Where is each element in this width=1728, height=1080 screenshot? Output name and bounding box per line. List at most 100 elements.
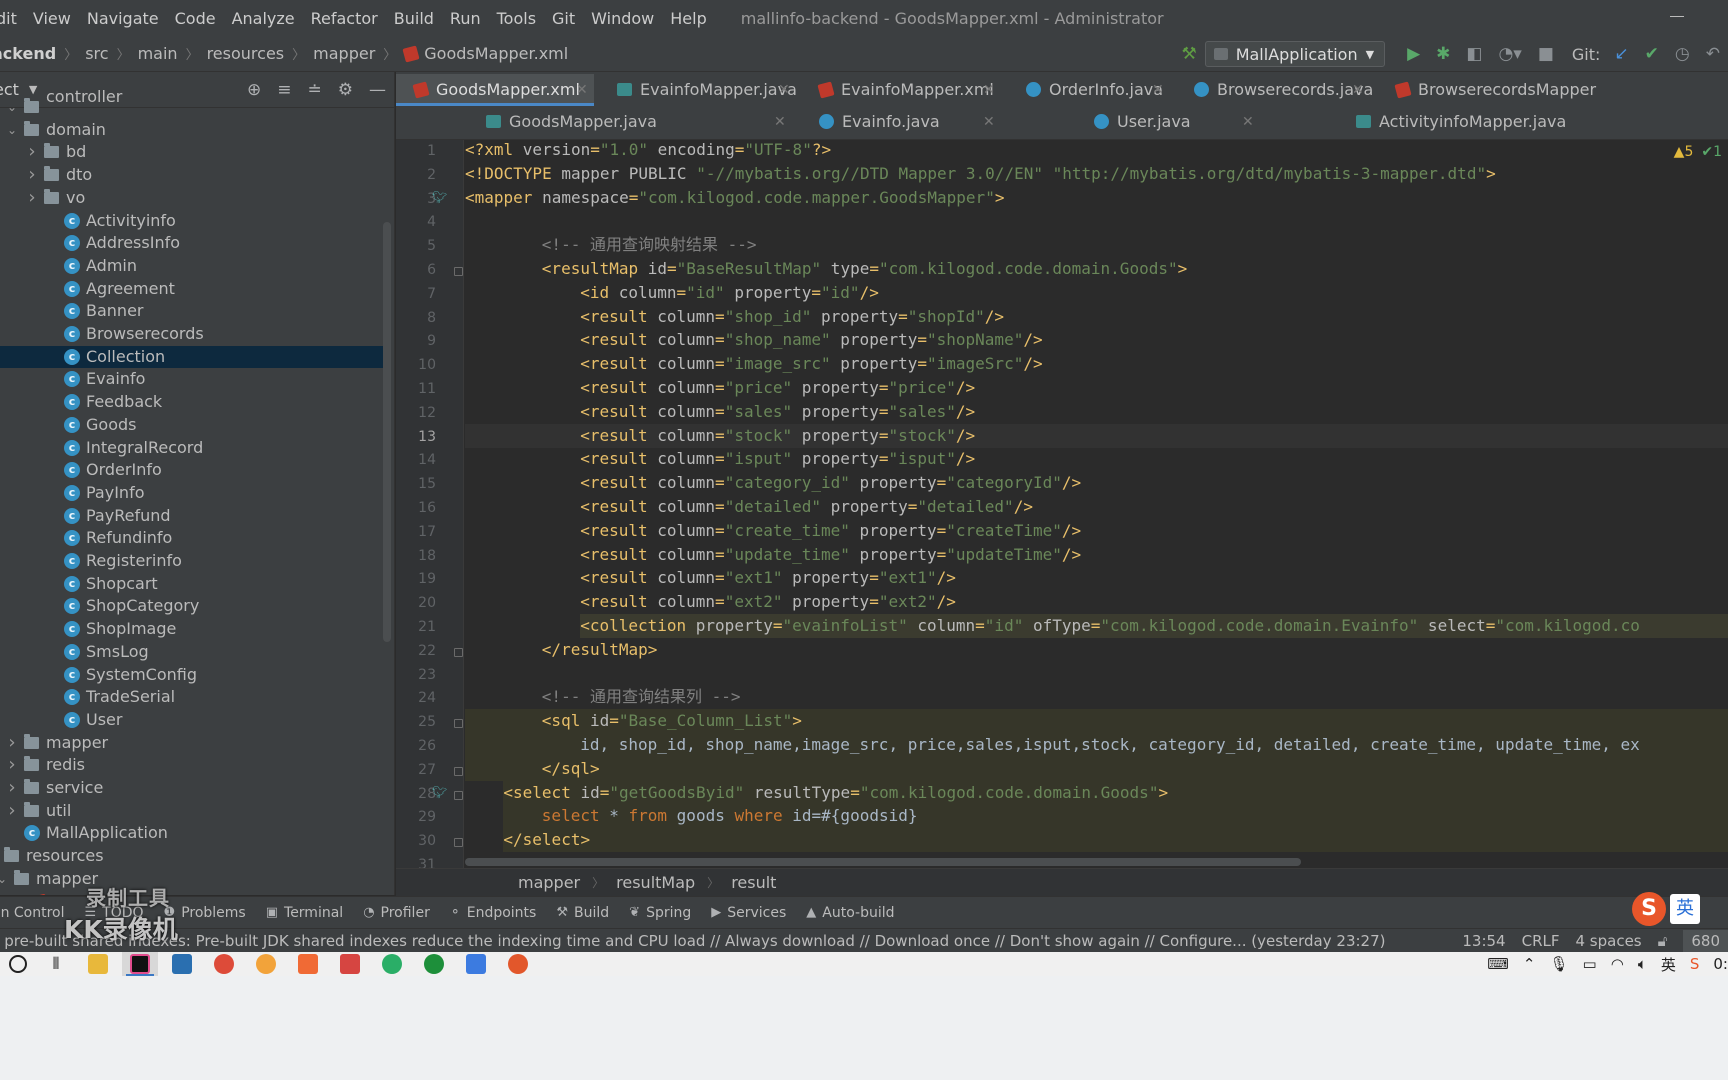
chevron-right-icon[interactable]: › — [6, 732, 18, 755]
tree-item-mallapplication[interactable]: c MallApplication — [0, 822, 383, 845]
tab-orderinfo-java[interactable]: OrderInfo.java ✕ — [1008, 74, 1170, 106]
tree-item-collection[interactable]: c Collection — [0, 345, 383, 369]
menu-item-navigate[interactable]: Navigate — [79, 9, 167, 28]
close-icon[interactable]: ✕ — [576, 74, 588, 106]
taskbar-explorer[interactable] — [80, 952, 116, 976]
chevron-right-icon[interactable]: › — [26, 187, 38, 210]
code-line[interactable]: <!-- 通用查询映射结果 --> — [465, 233, 1728, 257]
close-icon[interactable]: ✕ — [1242, 106, 1254, 138]
code-line[interactable]: <result column="sales" property="sales"/… — [465, 400, 1728, 424]
coverage-icon[interactable]: ◧ — [1466, 44, 1482, 64]
code-editor[interactable]: ▲5 ✔1 <?xml version="1.0" encoding="UTF-8… — [465, 140, 1728, 868]
run-configuration-select[interactable]: MallApplication ▼ — [1204, 41, 1386, 67]
editor-breadcrumb-item[interactable]: result — [731, 873, 776, 892]
code-line[interactable]: </resultMap> — [465, 638, 1728, 662]
project-scrollbar[interactable] — [383, 222, 391, 642]
tree-item-feedback[interactable]: c Feedback — [0, 391, 383, 414]
close-icon[interactable]: ✕ — [983, 106, 995, 138]
code-line[interactable]: <id column="id" property="id"/> — [465, 281, 1728, 305]
fold-marker-icon[interactable] — [454, 766, 463, 776]
caret-position[interactable]: 13:54 — [1462, 932, 1505, 950]
taskbar-app-7[interactable] — [290, 952, 326, 976]
git-commit-icon[interactable]: ✔ — [1645, 44, 1659, 64]
toolwindow-todo[interactable]: ☰ TODO — [85, 905, 144, 921]
toolwindow-endpoints[interactable]: ⚬ Endpoints — [450, 905, 537, 921]
code-line[interactable]: select * from goods where id=#{goodsid} — [465, 804, 1728, 828]
code-line[interactable]: <result column="stock" property="stock"/… — [465, 423, 1728, 448]
menu-item-build[interactable]: Build — [386, 9, 442, 28]
chevron-right-icon[interactable]: › — [6, 777, 18, 800]
memory-indicator[interactable]: 680 — [1683, 930, 1728, 952]
menu-item-window[interactable]: Window — [583, 9, 662, 28]
ime-indicator[interactable]: S 英 — [1632, 889, 1728, 929]
chevron-down-icon[interactable]: ⌄ — [6, 119, 18, 142]
breadcrumb-item[interactable]: GoodsMapper.xml — [424, 44, 568, 63]
tree-item-shopcart[interactable]: c Shopcart — [0, 573, 383, 596]
code-line[interactable]: <resultMap id="BaseResultMap" type="com.… — [465, 257, 1728, 281]
code-line[interactable]: </sql> — [465, 757, 1728, 781]
code-line[interactable]: <result column="ext2" property="ext2"/> — [465, 590, 1728, 614]
hammer-build-icon[interactable]: ⚒ — [1181, 44, 1196, 64]
git-update-icon[interactable]: ↙ — [1614, 44, 1628, 64]
indent-setting[interactable]: 4 spaces — [1575, 932, 1641, 950]
breadcrumb-item[interactable]: resources — [207, 44, 285, 63]
menu-item-view[interactable]: View — [25, 9, 79, 28]
menu-item-git[interactable]: Git — [544, 9, 583, 28]
editor-breadcrumb-item[interactable]: resultMap — [616, 873, 695, 892]
chevron-down-icon[interactable]: ⌄ — [0, 868, 8, 891]
volume-icon[interactable]: 🔈︎ — [1638, 955, 1647, 973]
close-icon[interactable]: ✕ — [983, 74, 995, 106]
tree-item-bd[interactable]: › bd — [0, 141, 383, 164]
code-line[interactable]: id, shop_id, shop_name,image_src, price,… — [465, 733, 1728, 757]
code-line[interactable]: <result column="ext1" property="ext1"/> — [465, 566, 1728, 590]
close-icon[interactable]: ✕ — [1352, 74, 1364, 106]
git-rollback-icon[interactable]: ↶ — [1706, 44, 1720, 64]
wifi-icon[interactable]: ◠ — [1611, 955, 1624, 973]
clock[interactable]: 0: — [1713, 955, 1728, 973]
git-history-icon[interactable]: ◷ — [1675, 44, 1690, 64]
tab-evainfomapper-xml[interactable]: EvainfoMapper.xml ✕ — [801, 74, 1001, 106]
tree-item-admin[interactable]: c Admin — [0, 255, 383, 278]
fold-marker-icon[interactable] — [454, 838, 463, 848]
code-line[interactable]: <result column="shop_id" property="shopI… — [465, 305, 1728, 329]
stop-icon[interactable]: ■ — [1538, 44, 1554, 64]
tab-goodsmapper-java[interactable]: GoodsMapper.java ✕ — [468, 106, 792, 138]
start-button[interactable] — [0, 952, 36, 976]
mybatis-bean-icon[interactable]: 🐦︎ — [432, 190, 447, 204]
taskbar-intellij[interactable] — [122, 952, 158, 976]
taskbar-app-6[interactable] — [248, 952, 284, 976]
tab-browserecordsmapper[interactable]: BrowserecordsMapper — [1378, 74, 1728, 106]
tree-item-service[interactable]: › service — [0, 777, 383, 800]
toolwindow-auto-build[interactable]: ▲ Auto-build — [806, 905, 894, 921]
tab-activityinfomapper-java[interactable]: ActivityinfoMapper.java — [1338, 106, 1698, 138]
toolwindow-terminal[interactable]: ▣ Terminal — [266, 905, 343, 921]
tray-sogou-icon[interactable]: S — [1690, 955, 1700, 973]
fold-marker-icon[interactable] — [454, 790, 463, 800]
code-line[interactable]: <result column="price" property="price"/… — [465, 376, 1728, 400]
tree-item-payrefund[interactable]: c PayRefund — [0, 505, 383, 528]
code-line[interactable]: <result column="detailed" property="deta… — [465, 495, 1728, 519]
code-line[interactable]: <result column="isput" property="isput"/… — [465, 447, 1728, 471]
taskbar-app-8[interactable] — [332, 952, 368, 976]
breadcrumb-item[interactable]: ackend — [0, 44, 56, 63]
chevron-right-icon[interactable]: › — [6, 800, 18, 823]
tab-browserecords-java[interactable]: Browserecords.java ✕ — [1176, 74, 1373, 106]
editor-breadcrumb-item[interactable]: mapper — [518, 873, 580, 892]
tree-item-smslog[interactable]: c SmsLog — [0, 641, 383, 664]
code-line[interactable]: <!-- 通用查询结果列 --> — [465, 685, 1728, 709]
breadcrumb-item[interactable]: mapper — [313, 44, 375, 63]
tree-item-tradeserial[interactable]: c TradeSerial — [0, 686, 383, 709]
tree-item-domain[interactable]: ⌄ domain — [0, 119, 383, 142]
code-line[interactable]: <mapper namespace="com.kilogod.code.mapp… — [465, 186, 1728, 210]
microphone-icon[interactable]: 🎙︎ — [1550, 955, 1569, 973]
tree-item-banner[interactable]: c Banner — [0, 300, 383, 323]
code-line[interactable]: <result column="image_src" property="ima… — [465, 352, 1728, 376]
tree-item-payinfo[interactable]: c PayInfo — [0, 482, 383, 505]
close-icon[interactable]: ✕ — [778, 74, 790, 106]
menu-item-run[interactable]: Run — [442, 9, 489, 28]
taskbar-chrome[interactable] — [206, 952, 242, 976]
lock-icon[interactable]: 🔓︎ — [1658, 932, 1668, 950]
toolwindow-on-control[interactable]: on Control — [0, 905, 65, 921]
tab-evainfo-java[interactable]: Evainfo.java ✕ — [801, 106, 1001, 138]
editor-horizontal-scrollbar[interactable] — [465, 858, 1301, 866]
